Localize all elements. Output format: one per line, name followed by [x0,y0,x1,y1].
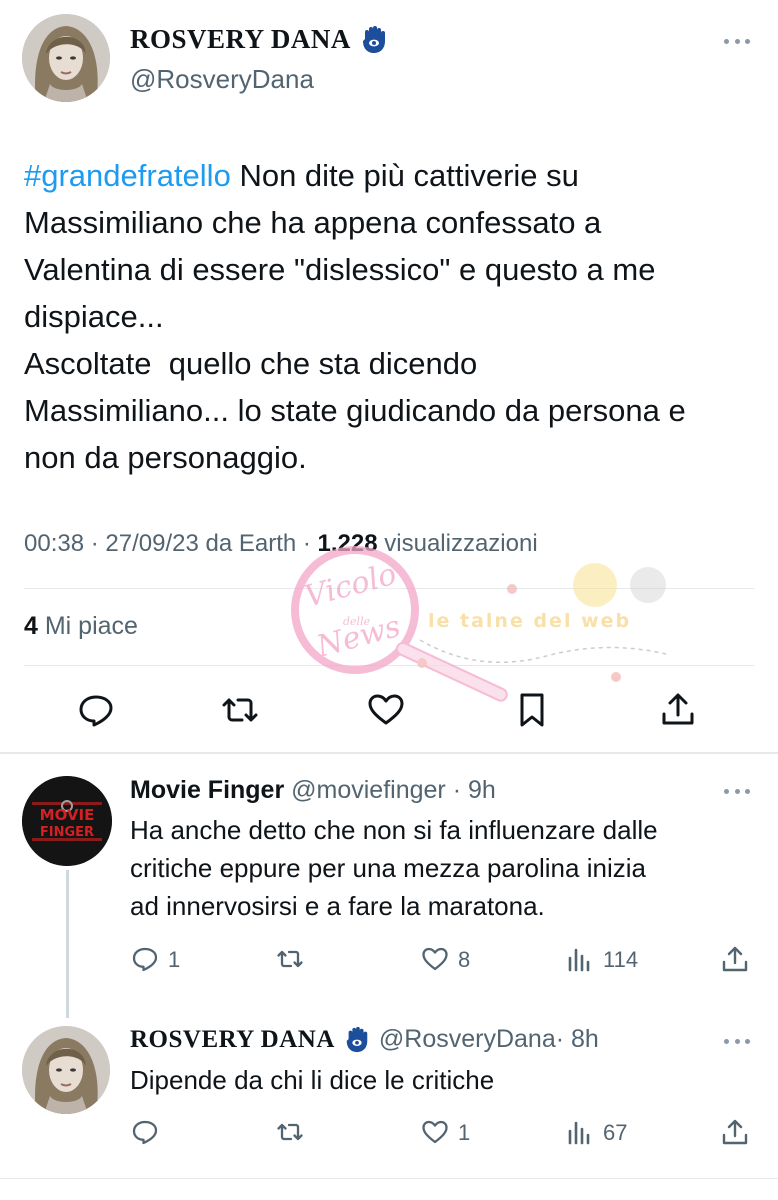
hamsa-icon [343,1026,371,1054]
avatar-text-top: MOVIE [40,806,95,824]
bookmark-icon[interactable] [512,690,552,730]
views-icon [568,1121,590,1145]
view-count: 114 [603,947,639,972]
share-button[interactable] [720,944,758,974]
reply-icon [132,1120,158,1145]
tweet-meta: 00:38 · 27/09/23 da Earth · 1.228 visual… [24,530,538,558]
likes-count: 4 [24,612,38,640]
reply-time[interactable]: · 8h [556,1025,599,1054]
like-count: 8 [458,947,471,972]
like-icon [422,1120,448,1144]
share-icon [722,946,748,972]
author-avatar[interactable] [22,14,110,102]
like-count: 1 [458,1120,471,1145]
views-label: visualizzazioni [377,530,538,557]
avatar-text-bottom: FINGER [40,825,94,840]
tweet-body: Non dite più cattiverie su Massimiliano … [24,158,686,475]
likes-summary[interactable]: 4 Mi piace [24,612,138,641]
share-icon[interactable] [658,690,698,730]
likes-label: Mi piace [37,612,138,640]
watermark-text-top: Vicolo [301,557,400,615]
reply-author-avatar[interactable] [22,1026,110,1114]
retweet-stat[interactable] [275,1117,313,1147]
like-stat[interactable]: 8 [420,944,470,974]
author-name-row[interactable]: ROSVERY DANA [130,24,389,55]
share-button[interactable] [720,1117,758,1147]
views-stat[interactable]: 114 [565,944,638,974]
divider [24,588,754,589]
views-count: 1.228 [317,530,378,557]
reply-icon [132,947,158,972]
reply-stat[interactable] [130,1117,168,1147]
reply-time[interactable]: · 9h [446,776,496,804]
reply-author-name[interactable]: Movie Finger [130,776,284,804]
thread-connector [66,870,69,1018]
hashtag-link[interactable]: #grandefratello [24,158,231,193]
reply-text: Dipende da chi li dice le critiche [130,1065,495,1095]
like-icon [422,947,448,971]
divider [24,665,754,666]
tweet-text: #grandefratello Non dite più cattiverie … [24,152,764,481]
views-icon [568,948,590,972]
watermark-text-mid: delle [343,615,371,628]
more-options-icon[interactable] [724,1036,750,1046]
reply-header: Movie Finger @moviefinger · 9h [130,776,496,805]
tweet-timestamp[interactable]: 00:38 · 27/09/23 da Earth · [24,530,318,557]
like-icon[interactable] [366,690,406,730]
hamsa-icon [359,25,389,55]
reply-count: 1 [168,947,181,972]
retweet-icon [277,1123,303,1141]
author-name[interactable]: ROSVERY DANA [130,24,351,55]
divider [0,752,778,754]
reply-icon[interactable] [76,690,116,730]
more-options-icon[interactable] [724,786,750,796]
retweet-icon[interactable] [220,690,260,730]
watermark-site-text: le talne del web [428,610,631,632]
watermark-logo: Vicolo delle News le talne del web [291,546,671,702]
author-handle[interactable]: @RosveryDana [130,64,314,95]
like-stat[interactable]: 1 [420,1117,470,1147]
reply-author-handle[interactable]: @moviefinger [291,776,446,804]
watermark-text-bottom: News [312,609,404,665]
view-count: 67 [603,1120,628,1145]
more-options-icon[interactable] [724,36,750,46]
reply-header: ROSVERY DANA @RosveryDana · 8h [130,1025,599,1054]
reply-author-name[interactable]: ROSVERY DANA [130,1026,335,1054]
retweet-icon [277,950,303,968]
reply-text: Ha anche detto che non si fa influenzare… [130,815,658,921]
views-stat[interactable]: 67 [565,1117,627,1147]
reply-author-handle[interactable]: @RosveryDana [379,1025,556,1054]
reply-stat[interactable]: 1 [130,944,180,974]
retweet-stat[interactable] [275,944,313,974]
divider [0,1178,778,1179]
share-icon [722,1119,748,1145]
reply-author-avatar[interactable]: MOVIE FINGER [22,776,112,866]
